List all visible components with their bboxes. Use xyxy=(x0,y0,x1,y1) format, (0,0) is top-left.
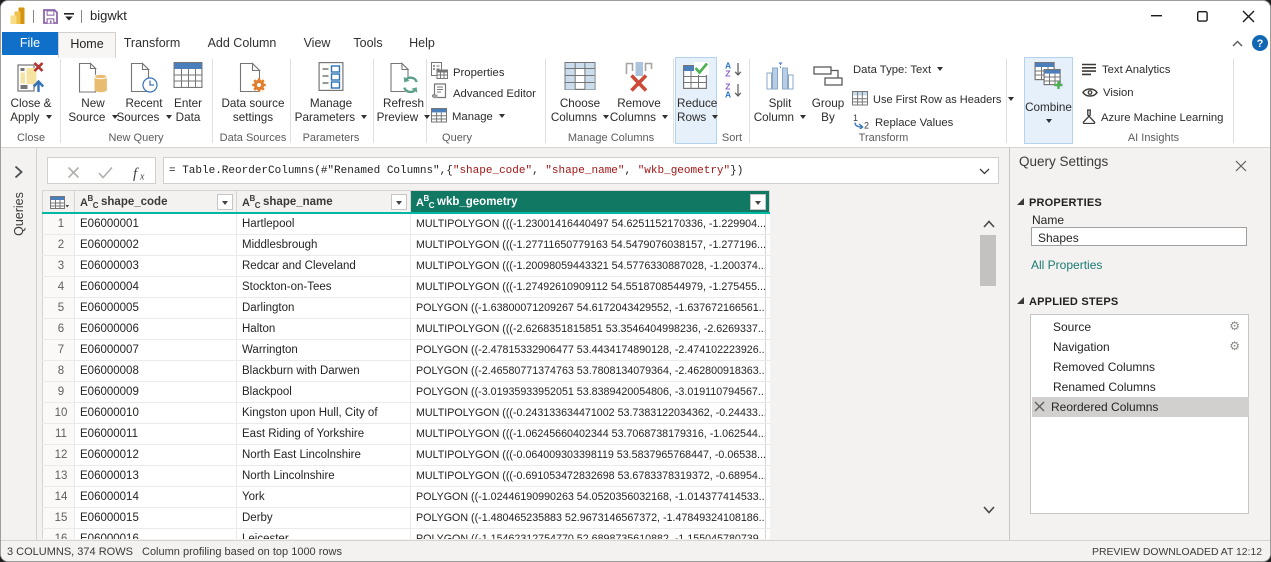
svg-text:x: x xyxy=(139,172,145,182)
svg-text:2: 2 xyxy=(864,121,869,130)
svg-text:?: ? xyxy=(1257,38,1264,50)
svg-text:f: f xyxy=(133,166,139,181)
svg-text:1: 1 xyxy=(853,113,858,123)
svg-text:A: A xyxy=(725,90,731,99)
svg-text:Z: Z xyxy=(725,69,730,78)
